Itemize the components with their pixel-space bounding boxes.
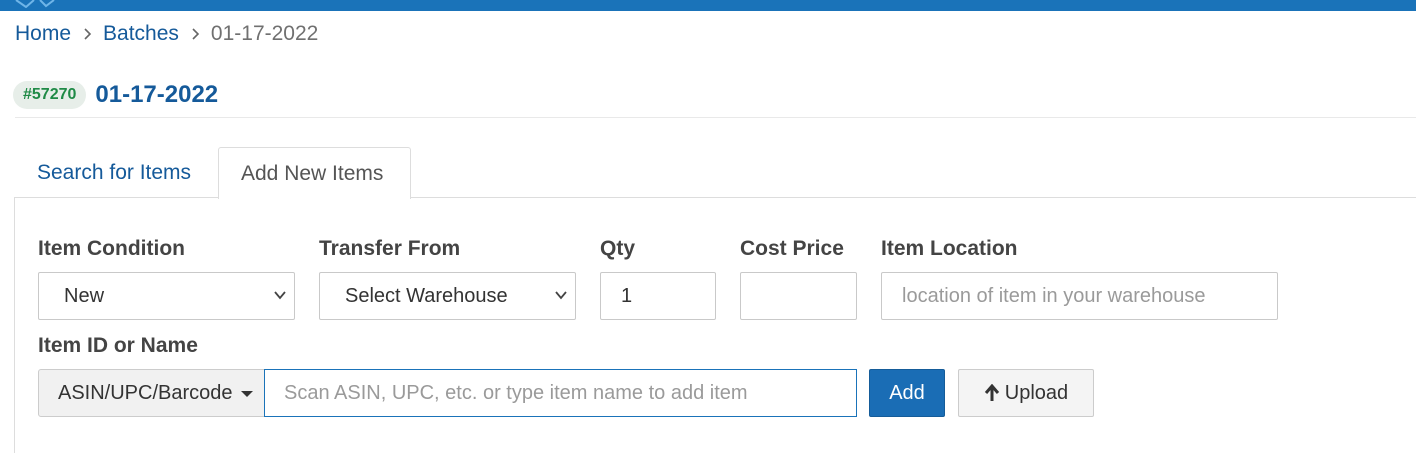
transfer-from-value: Select Warehouse [345, 284, 508, 307]
item-condition-label: Item Condition [38, 237, 185, 260]
item-condition-value: New [64, 284, 105, 307]
upload-button[interactable]: Upload [958, 369, 1094, 417]
item-condition-select[interactable]: New [38, 272, 295, 320]
add-button[interactable]: Add [869, 369, 945, 417]
upload-button-label: Upload [1004, 381, 1069, 404]
chevron-down-icon [555, 291, 567, 300]
chevron-right-icon [191, 28, 200, 40]
chevron-right-icon [83, 28, 92, 40]
batch-id-badge: #57270 [13, 81, 87, 109]
breadcrumb-batches-link[interactable]: Batches [103, 22, 179, 46]
item-location-label: Item Location [881, 237, 1018, 260]
tab-add-new-items[interactable]: Add New Items [218, 147, 411, 199]
arrow-up-icon [984, 384, 999, 401]
logo-icon [15, 0, 55, 8]
qty-label: Qty [600, 237, 636, 260]
page-header: #57270 01-17-2022 [13, 80, 218, 110]
chevron-down-icon [274, 291, 286, 300]
item-id-type-value: ASIN/UPC/Barcode [58, 381, 233, 404]
item-location-input[interactable] [881, 272, 1278, 320]
item-id-label: Item ID or Name [38, 334, 198, 357]
breadcrumb: Home Batches 01-17-2022 [15, 21, 318, 47]
breadcrumb-home-link[interactable]: Home [15, 22, 71, 46]
item-id-type-dropdown[interactable]: ASIN/UPC/Barcode [38, 369, 265, 417]
breadcrumb-current: 01-17-2022 [210, 22, 319, 45]
transfer-from-label: Transfer From [319, 237, 461, 260]
item-id-search-input[interactable] [264, 369, 857, 417]
header-divider [15, 117, 1416, 118]
qty-input[interactable] [600, 272, 716, 320]
top-navbar [0, 0, 1416, 11]
cost-price-label: Cost Price [740, 237, 844, 260]
transfer-from-select[interactable]: Select Warehouse [319, 272, 576, 320]
page-title: 01-17-2022 [95, 81, 219, 108]
cost-price-input[interactable] [740, 272, 857, 320]
tab-search-for-items[interactable]: Search for Items [15, 147, 218, 198]
caret-down-icon [240, 391, 253, 397]
